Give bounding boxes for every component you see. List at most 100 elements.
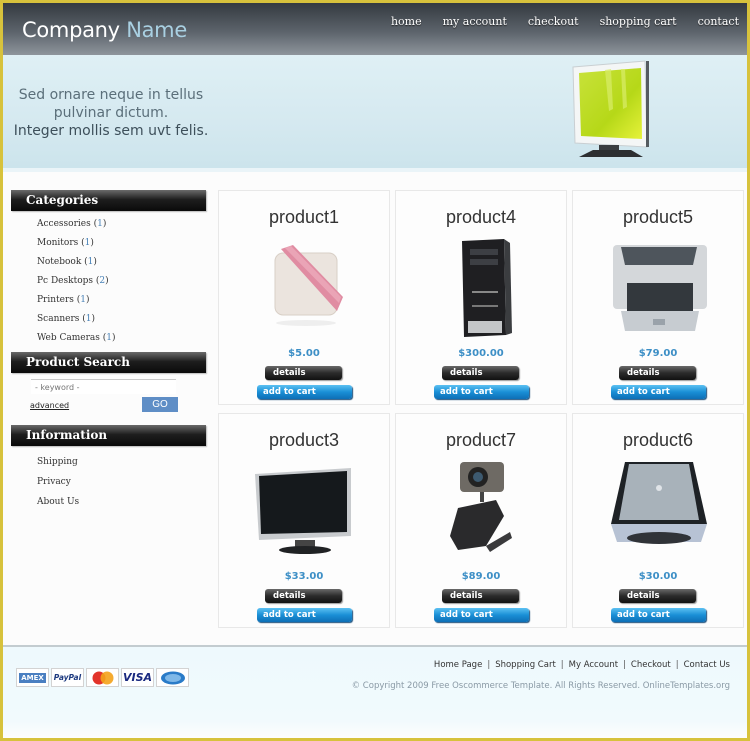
category-count: 1	[97, 219, 103, 229]
product-title[interactable]: product5	[573, 207, 743, 228]
product-title[interactable]: product3	[219, 430, 389, 451]
logo-main: Company	[22, 18, 120, 42]
category-item[interactable]: Printers (1)	[37, 291, 206, 310]
info-link-privacy[interactable]: Privacy	[37, 472, 206, 492]
monitor-icon[interactable]	[255, 458, 355, 563]
keyword-input[interactable]	[31, 379, 176, 394]
cirrus-logo	[160, 671, 185, 684]
mastercard-icon	[86, 668, 119, 687]
go-button[interactable]: GO	[142, 397, 178, 412]
payment-cards: AMEX PayPal VISA	[16, 668, 189, 687]
product-card: product5 $79.00 details add to cart	[572, 190, 744, 405]
product-price: $30.00	[638, 571, 678, 582]
paypal-icon: PayPal	[51, 668, 84, 687]
category-count: 1	[80, 295, 87, 305]
product-price: $300.00	[458, 348, 504, 359]
add-to-cart-button[interactable]: add to cart	[257, 608, 352, 622]
banner-line-2: pulvinar dictum.	[53, 105, 169, 121]
info-link-about-us[interactable]: About Us	[37, 492, 206, 512]
footer-link-contact[interactable]: Contact Us	[684, 660, 730, 670]
product-title[interactable]: product1	[219, 207, 389, 228]
category-label: Accessories	[37, 219, 91, 229]
footer-link-shopping-cart[interactable]: Shopping Cart	[495, 660, 556, 670]
product-price: $33.00	[284, 571, 324, 582]
category-count: 1	[85, 314, 92, 324]
details-button[interactable]: details	[442, 589, 519, 603]
banner-divider	[3, 168, 747, 172]
webcam-icon[interactable]	[432, 458, 532, 563]
copyright: © Copyright 2009 Free Oscommerce Templat…	[351, 681, 730, 691]
details-button[interactable]: details	[442, 366, 519, 380]
product-search-heading: Product Search	[11, 352, 206, 373]
sidebar: Categories Accessories (1) Monitors (1) …	[11, 190, 206, 512]
visa-label: VISA	[122, 671, 153, 684]
add-to-cart-button[interactable]: add to cart	[434, 385, 529, 399]
details-button[interactable]: details	[619, 589, 696, 603]
footer-link-home[interactable]: Home Page	[434, 660, 482, 670]
product-price: $5.00	[288, 348, 320, 359]
details-button[interactable]: details	[265, 366, 342, 380]
add-to-cart-button[interactable]: add to cart	[611, 608, 706, 622]
footer-link-my-account[interactable]: My Account	[569, 660, 618, 670]
category-label: Notebook	[37, 257, 82, 267]
category-item[interactable]: Web Cameras (1)	[37, 329, 206, 348]
printer-icon[interactable]	[609, 235, 709, 340]
info-link-shipping[interactable]: Shipping	[37, 452, 206, 472]
product-card: product4 $300.00 details add to cart	[395, 190, 567, 405]
details-button[interactable]: details	[265, 589, 342, 603]
nav-contact[interactable]: contact	[698, 15, 739, 28]
information-heading: Information	[11, 425, 206, 446]
footer-link-checkout[interactable]: Checkout	[631, 660, 671, 670]
footer: AMEX PayPal VISA Home Page | Shopping Cart…	[3, 647, 747, 738]
banner-line-1: Sed ornare neque in tellus	[18, 87, 204, 103]
pc-tower-icon[interactable]	[432, 235, 532, 340]
product-card: product6 $30.00 details add to cart	[572, 413, 744, 628]
nav-my-account[interactable]: my account	[443, 15, 507, 28]
separator: |	[560, 660, 564, 670]
mastercard-logo	[92, 671, 113, 684]
add-to-cart-button[interactable]: add to cart	[611, 385, 706, 399]
separator: |	[675, 660, 679, 670]
categories-list: Accessories (1) Monitors (1) Notebook (1…	[11, 211, 206, 352]
category-item[interactable]: Pc Desktops (2)	[37, 272, 206, 291]
category-item[interactable]: Notebook (1)	[37, 253, 206, 272]
nav-shopping-cart[interactable]: shopping cart	[600, 15, 677, 28]
category-label: Printers	[37, 295, 74, 305]
logo-accent: Name	[126, 18, 187, 42]
bag-icon[interactable]	[255, 235, 355, 340]
product-card: product1 $5.00 details add to cart	[218, 190, 390, 405]
category-count: 1	[106, 333, 112, 343]
product-title[interactable]: product6	[573, 430, 743, 451]
product-grid: product1 $5.00 details add to cart produ…	[218, 190, 744, 630]
nav-home[interactable]: home	[391, 15, 422, 28]
amex-label: AMEX	[19, 672, 46, 683]
top-nav: home my account checkout shopping cart c…	[370, 15, 739, 28]
product-price: $89.00	[461, 571, 501, 582]
product-card: product3 $33.00 details add to cart	[218, 413, 390, 628]
nav-checkout[interactable]: checkout	[528, 15, 579, 28]
category-count: 1	[84, 238, 91, 248]
footer-links: Home Page | Shopping Cart | My Account | Check…	[434, 660, 730, 670]
category-item[interactable]: Accessories (1)	[37, 215, 206, 234]
category-item[interactable]: Scanners (1)	[37, 310, 206, 329]
information-list: Shipping Privacy About Us	[11, 446, 206, 512]
amex-icon: AMEX	[16, 668, 49, 687]
scanner-icon[interactable]	[609, 458, 709, 563]
separator: |	[487, 660, 491, 670]
paypal-label: PayPal	[53, 673, 82, 682]
banner-tagline: Sed ornare neque in tellus pulvinar dict…	[9, 86, 213, 140]
advanced-search-link[interactable]: advanced	[30, 401, 69, 410]
category-label: Scanners	[37, 314, 80, 324]
category-count: 1	[87, 257, 94, 267]
product-title[interactable]: product7	[396, 430, 566, 451]
category-item[interactable]: Monitors (1)	[37, 234, 206, 253]
cirrus-icon	[156, 668, 189, 687]
add-to-cart-button[interactable]: add to cart	[434, 608, 529, 622]
details-button[interactable]: details	[619, 366, 696, 380]
category-count: 2	[99, 276, 106, 286]
category-label: Web Cameras	[37, 333, 100, 343]
product-title[interactable]: product4	[396, 207, 566, 228]
logo[interactable]: Company Name	[22, 18, 187, 42]
add-to-cart-button[interactable]: add to cart	[257, 385, 352, 399]
categories-heading: Categories	[11, 190, 206, 211]
